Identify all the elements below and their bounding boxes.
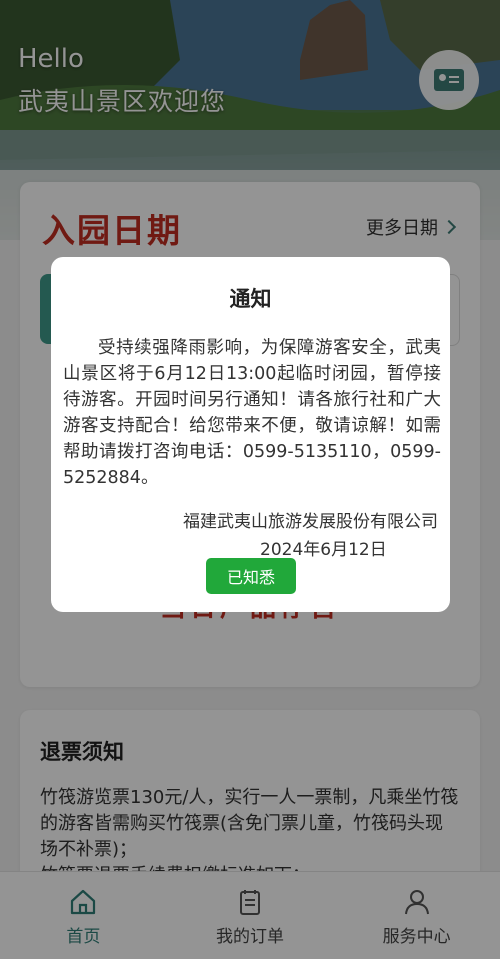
acknowledge-button[interactable]: 已知悉 (206, 558, 296, 594)
dialog-organization: 福建武夷山旅游发展股份有限公司 (183, 512, 438, 532)
dialog-message: 受持续强降雨影响，为保障游客安全，武夷山景区将于6月12日13:00起临时闭园，… (63, 338, 441, 488)
dialog-date: 2024年6月12日 (260, 540, 387, 560)
dialog-title: 通知 (229, 287, 272, 311)
notice-dialog: 通知 受持续强降雨影响，为保障游客安全，武夷山景区将于6月12日13:00起临时… (51, 257, 450, 612)
